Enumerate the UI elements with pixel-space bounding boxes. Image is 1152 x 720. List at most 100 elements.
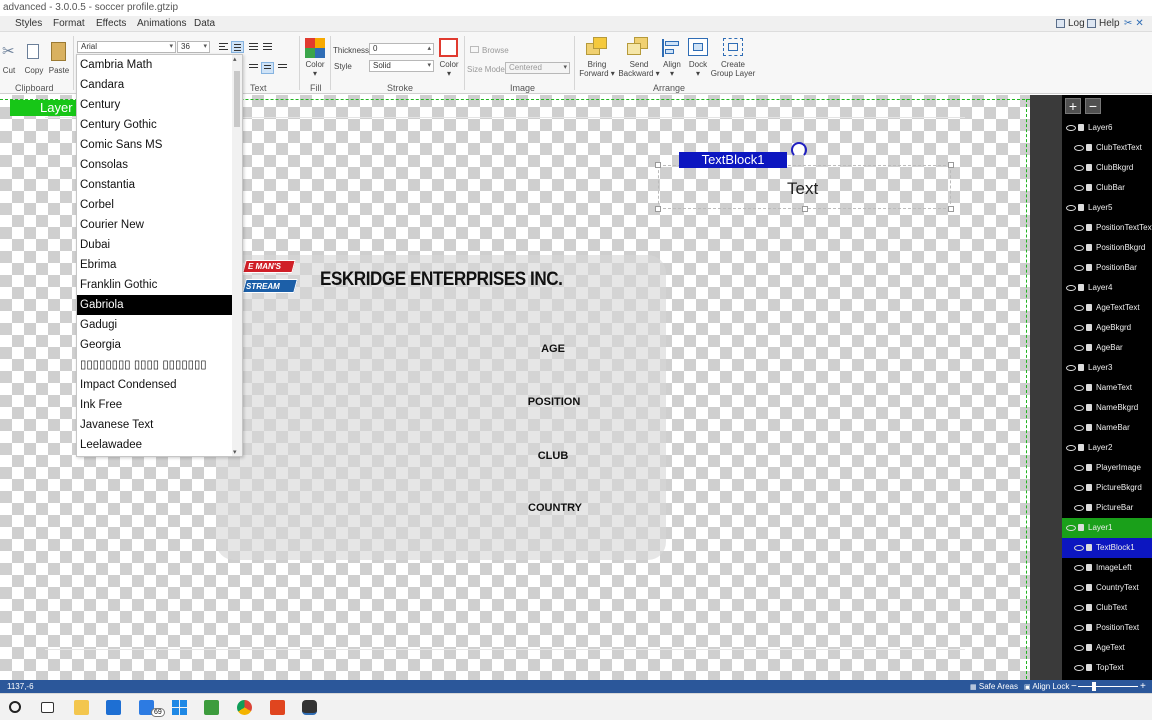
- align-left-button[interactable]: [217, 41, 230, 53]
- layer-row[interactable]: PositionTextText: [1062, 218, 1152, 238]
- menu-styles[interactable]: Styles: [15, 18, 42, 29]
- office-icon[interactable]: [270, 700, 285, 715]
- menu-animations[interactable]: Animations: [137, 18, 186, 29]
- valign-bottom-button[interactable]: [247, 62, 260, 74]
- lock-icon[interactable]: [1086, 184, 1092, 192]
- resize-handle[interactable]: [802, 206, 808, 212]
- eye-icon[interactable]: [1074, 564, 1084, 571]
- eye-icon[interactable]: [1074, 624, 1084, 631]
- eye-icon[interactable]: [1074, 344, 1084, 351]
- layer-group-row[interactable]: Layer5: [1062, 198, 1152, 218]
- font-option[interactable]: Ink Free: [77, 395, 232, 415]
- club-label[interactable]: CLUB: [513, 450, 593, 462]
- font-option[interactable]: Comic Sans MS: [77, 135, 232, 155]
- layer-row[interactable]: ClubBkgrd: [1062, 158, 1152, 178]
- remove-layer-button[interactable]: −: [1085, 98, 1101, 114]
- age-label[interactable]: AGE: [513, 343, 593, 355]
- layer-group-row[interactable]: Layer1: [1062, 518, 1152, 538]
- log-button[interactable]: Log: [1056, 18, 1085, 29]
- eye-icon[interactable]: [1066, 444, 1076, 451]
- menu-data[interactable]: Data: [194, 18, 215, 29]
- lock-icon[interactable]: [1086, 544, 1092, 552]
- scrollbar[interactable]: ▴ ▾: [232, 55, 242, 456]
- font-size-select[interactable]: 36 ▾: [177, 41, 210, 53]
- font-option[interactable]: Constantia: [77, 175, 232, 195]
- eye-icon[interactable]: [1066, 364, 1076, 371]
- send-backward-button[interactable]: Send Backward ▾: [617, 60, 661, 78]
- layer-row[interactable]: AgeTextText: [1062, 298, 1152, 318]
- task-view-icon[interactable]: [41, 702, 54, 713]
- layer-group-row[interactable]: Layer4: [1062, 278, 1152, 298]
- zoom-out-icon[interactable]: −: [1071, 680, 1077, 693]
- font-option[interactable]: Cambria Math: [77, 55, 232, 75]
- font-option[interactable]: Corbel: [77, 195, 232, 215]
- font-option[interactable]: Consolas: [77, 155, 232, 175]
- layer-tag[interactable]: Layer: [10, 100, 80, 116]
- lock-icon[interactable]: [1086, 584, 1092, 592]
- layer-row[interactable]: ImageLeft: [1062, 558, 1152, 578]
- eye-icon[interactable]: [1074, 604, 1084, 611]
- lock-icon[interactable]: [1078, 444, 1084, 452]
- add-layer-button[interactable]: +: [1065, 98, 1081, 114]
- eye-icon[interactable]: [1066, 204, 1076, 211]
- eye-icon[interactable]: [1074, 664, 1084, 671]
- font-option[interactable]: Ebrima: [77, 255, 232, 275]
- menu-format[interactable]: Format: [53, 18, 85, 29]
- layer-row[interactable]: AgeText: [1062, 638, 1152, 658]
- menu-effects[interactable]: Effects: [96, 18, 126, 29]
- create-group-layer-button[interactable]: Create Group Layer: [710, 60, 756, 78]
- layer-row[interactable]: NameText: [1062, 378, 1152, 398]
- browse-button[interactable]: Browse: [482, 46, 509, 55]
- eye-icon[interactable]: [1074, 404, 1084, 411]
- zoom-slider-thumb[interactable]: [1092, 682, 1096, 691]
- resize-handle[interactable]: [948, 206, 954, 212]
- profile-card[interactable]: [216, 255, 666, 560]
- align-right-button[interactable]: [247, 41, 260, 53]
- eye-icon[interactable]: [1074, 324, 1084, 331]
- font-option[interactable]: Century: [77, 95, 232, 115]
- eye-icon[interactable]: [1074, 544, 1084, 551]
- layer-row[interactable]: PositionBkgrd: [1062, 238, 1152, 258]
- dock-button[interactable]: Dock ▾: [686, 60, 710, 78]
- lock-icon[interactable]: [1078, 524, 1084, 532]
- font-option[interactable]: Javanese Text: [77, 415, 232, 435]
- scroll-down-icon[interactable]: ▾: [233, 448, 237, 456]
- align-center-button[interactable]: [231, 41, 244, 53]
- eye-icon[interactable]: [1074, 184, 1084, 191]
- position-label[interactable]: POSITION: [514, 396, 594, 408]
- bring-forward-button[interactable]: Bring Forward ▾: [577, 60, 617, 78]
- fill-color-button[interactable]: Color: [302, 60, 328, 69]
- lock-icon[interactable]: [1086, 644, 1092, 652]
- layer-row[interactable]: PictureBar: [1062, 498, 1152, 518]
- layer-row[interactable]: PlayerImage: [1062, 458, 1152, 478]
- lock-icon[interactable]: [1078, 364, 1084, 372]
- lock-icon[interactable]: [1086, 244, 1092, 252]
- layer-group-row[interactable]: Layer6: [1062, 118, 1152, 138]
- font-option[interactable]: Leelawadee: [77, 435, 232, 455]
- eye-icon[interactable]: [1066, 124, 1076, 131]
- store-icon[interactable]: [106, 700, 121, 715]
- justify-button[interactable]: [261, 41, 274, 53]
- app-active-icon[interactable]: [302, 700, 317, 715]
- paste-button[interactable]: Paste: [47, 66, 71, 75]
- zoom-slider[interactable]: [1078, 686, 1138, 687]
- eye-icon[interactable]: [1074, 504, 1084, 511]
- lock-icon[interactable]: [1086, 624, 1092, 632]
- thickness-input[interactable]: 0 ▴: [369, 43, 434, 55]
- font-option[interactable]: Gabriola: [77, 295, 232, 315]
- font-option[interactable]: Franklin Gothic: [77, 275, 232, 295]
- layer-row[interactable]: ClubBar: [1062, 178, 1152, 198]
- layer-row[interactable]: AgeBar: [1062, 338, 1152, 358]
- lock-icon[interactable]: [1078, 284, 1084, 292]
- font-option[interactable]: Dubai: [77, 235, 232, 255]
- align-button[interactable]: Align ▾: [660, 60, 684, 78]
- eye-icon[interactable]: [1074, 304, 1084, 311]
- lock-icon[interactable]: [1086, 384, 1092, 392]
- layer-row[interactable]: PositionBar: [1062, 258, 1152, 278]
- eye-icon[interactable]: [1066, 524, 1076, 531]
- company-name[interactable]: ESKRIDGE ENTERPRISES INC.: [320, 269, 563, 291]
- eye-icon[interactable]: [1074, 244, 1084, 251]
- lock-icon[interactable]: [1086, 664, 1092, 672]
- cut-button[interactable]: Cut: [0, 66, 18, 75]
- layer-row[interactable]: NameBkgrd: [1062, 398, 1152, 418]
